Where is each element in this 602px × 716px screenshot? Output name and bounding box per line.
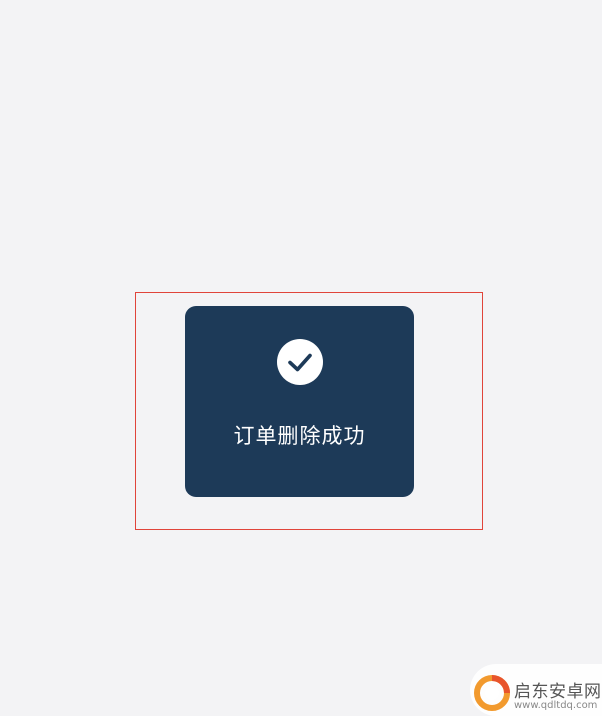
success-toast: 订单删除成功 [185, 306, 414, 497]
site-watermark: 启东安卓网 www.qdltdq.com [470, 664, 602, 716]
watermark-url: www.qdltdq.com [514, 700, 598, 711]
toast-message: 订单删除成功 [233, 424, 366, 448]
check-circle-icon [277, 339, 323, 385]
watermark-name: 启东安卓网 [514, 682, 602, 702]
site-logo-icon [474, 675, 510, 711]
